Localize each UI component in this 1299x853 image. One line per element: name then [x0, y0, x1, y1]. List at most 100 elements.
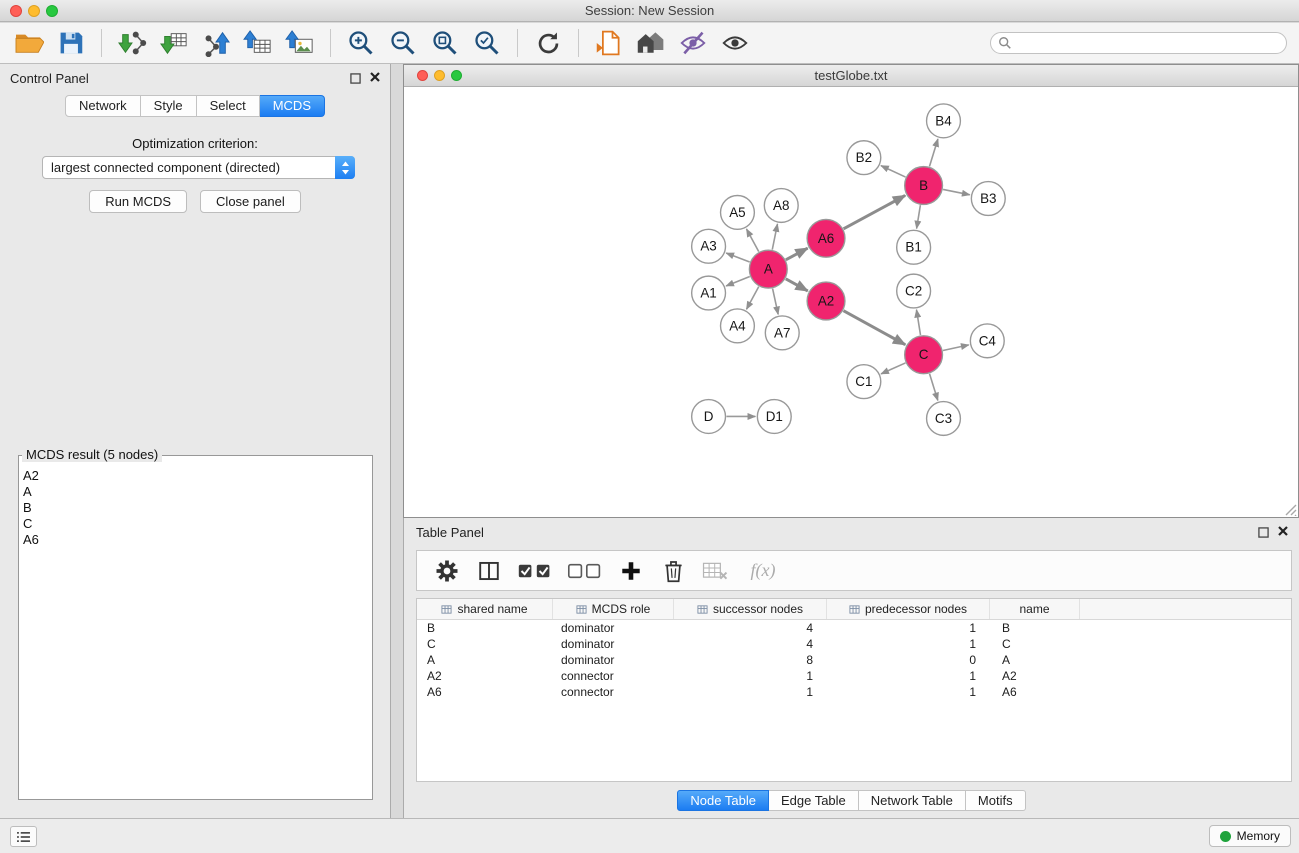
- zoom-selected-button[interactable]: [469, 26, 505, 60]
- cell-shared-name[interactable]: C: [417, 636, 553, 652]
- edge-A-A7[interactable]: [773, 289, 779, 315]
- tab-motifs[interactable]: Motifs: [966, 790, 1026, 811]
- column-header-shared-name[interactable]: shared name: [417, 599, 553, 619]
- search-input[interactable]: [990, 32, 1287, 54]
- close-window-button[interactable]: [10, 5, 22, 17]
- network-graph-svg[interactable]: B4B2BB3A5A8A6A3B1AA1C2A2A4A7C4CC1DD1C3: [404, 88, 1298, 517]
- tab-style[interactable]: Style: [141, 95, 197, 117]
- hide-selected-button[interactable]: [675, 26, 711, 60]
- optimization-criterion-select[interactable]: largest connected component (directed): [42, 156, 355, 179]
- tab-node-table[interactable]: Node Table: [677, 790, 769, 811]
- table-row[interactable]: A dominator 8 0 A: [417, 652, 1291, 668]
- cell-successor-nodes[interactable]: 1: [674, 668, 827, 684]
- select-all-button[interactable]: [515, 555, 555, 587]
- save-session-button[interactable]: [53, 26, 89, 60]
- network-zoom-button[interactable]: [451, 70, 462, 81]
- edge-B-B4[interactable]: [929, 139, 937, 167]
- network-canvas[interactable]: B4B2BB3A5A8A6A3B1AA1C2A2A4A7C4CC1DD1C3: [404, 88, 1298, 517]
- cell-predecessor-nodes[interactable]: 1: [827, 620, 990, 636]
- function-builder-button[interactable]: f(x): [741, 555, 785, 587]
- show-columns-button[interactable]: [473, 555, 505, 587]
- tab-edge-table[interactable]: Edge Table: [769, 790, 859, 811]
- edge-C-C3[interactable]: [930, 374, 938, 401]
- edge-A-A3[interactable]: [726, 253, 749, 262]
- table-row[interactable]: C dominator 4 1 C: [417, 636, 1291, 652]
- table-close-button[interactable]: [1276, 525, 1289, 538]
- export-table-button[interactable]: [240, 26, 276, 60]
- table-settings-button[interactable]: [431, 555, 463, 587]
- delete-column-button[interactable]: [657, 555, 689, 587]
- run-mcds-button[interactable]: Run MCDS: [89, 190, 187, 213]
- cell-mcds-role[interactable]: dominator: [553, 620, 674, 636]
- cell-mcds-role[interactable]: connector: [553, 668, 674, 684]
- cell-predecessor-nodes[interactable]: 0: [827, 652, 990, 668]
- cell-shared-name[interactable]: A: [417, 652, 553, 668]
- tab-select[interactable]: Select: [197, 95, 260, 117]
- add-column-button[interactable]: [615, 555, 647, 587]
- network-window-titlebar[interactable]: testGlobe.txt: [404, 65, 1298, 87]
- cell-shared-name[interactable]: A2: [417, 668, 553, 684]
- network-minimize-button[interactable]: [434, 70, 445, 81]
- tab-network-table[interactable]: Network Table: [859, 790, 966, 811]
- float-panel-button[interactable]: [349, 72, 361, 84]
- edge-B-B1[interactable]: [917, 205, 921, 228]
- import-table-button[interactable]: [156, 26, 192, 60]
- cell-shared-name[interactable]: A6: [417, 684, 553, 700]
- open-session-button[interactable]: [11, 26, 47, 60]
- delete-table-button[interactable]: [699, 555, 731, 587]
- cell-name[interactable]: A2: [990, 668, 1080, 684]
- cell-name[interactable]: B: [990, 620, 1080, 636]
- open-document-button[interactable]: [591, 26, 627, 60]
- zoom-fit-button[interactable]: [427, 26, 463, 60]
- column-header-name[interactable]: name: [990, 599, 1080, 619]
- close-panel-button[interactable]: [368, 71, 381, 84]
- edge-C-C2[interactable]: [917, 310, 921, 335]
- cell-predecessor-nodes[interactable]: 1: [827, 684, 990, 700]
- cell-name[interactable]: A: [990, 652, 1080, 668]
- cell-name[interactable]: C: [990, 636, 1080, 652]
- edge-A-A6[interactable]: [786, 248, 808, 260]
- home-button[interactable]: [633, 26, 669, 60]
- memory-button[interactable]: Memory: [1209, 825, 1291, 847]
- edge-A-A4[interactable]: [747, 287, 759, 310]
- cell-mcds-role[interactable]: connector: [553, 684, 674, 700]
- export-image-button[interactable]: [282, 26, 318, 60]
- export-network-button[interactable]: [198, 26, 234, 60]
- cell-successor-nodes[interactable]: 4: [674, 620, 827, 636]
- tab-network[interactable]: Network: [65, 95, 141, 117]
- close-panel-action-button[interactable]: Close panel: [200, 190, 301, 213]
- edge-C-C4[interactable]: [943, 345, 969, 351]
- network-close-button[interactable]: [417, 70, 428, 81]
- fullscreen-window-button[interactable]: [46, 5, 58, 17]
- edge-A-A5[interactable]: [747, 229, 759, 252]
- show-all-button[interactable]: [717, 26, 753, 60]
- edge-A-A8[interactable]: [772, 224, 777, 250]
- table-row[interactable]: B dominator 4 1 B: [417, 620, 1291, 636]
- tab-mcds[interactable]: MCDS: [260, 95, 325, 117]
- zoom-in-button[interactable]: [343, 26, 379, 60]
- task-history-button[interactable]: [10, 826, 37, 847]
- cell-mcds-role[interactable]: dominator: [553, 636, 674, 652]
- zoom-out-button[interactable]: [385, 26, 421, 60]
- table-row[interactable]: A6 connector 1 1 A6: [417, 684, 1291, 700]
- refresh-button[interactable]: [530, 26, 566, 60]
- cell-predecessor-nodes[interactable]: 1: [827, 668, 990, 684]
- column-header-predecessor-nodes[interactable]: predecessor nodes: [827, 599, 990, 619]
- cell-successor-nodes[interactable]: 8: [674, 652, 827, 668]
- edge-A2-C[interactable]: [843, 311, 905, 345]
- cell-name[interactable]: A6: [990, 684, 1080, 700]
- table-row[interactable]: A2 connector 1 1 A2: [417, 668, 1291, 684]
- table-float-button[interactable]: [1257, 526, 1269, 538]
- column-header-successor-nodes[interactable]: successor nodes: [674, 599, 827, 619]
- minimize-window-button[interactable]: [28, 5, 40, 17]
- deselect-all-button[interactable]: [565, 555, 605, 587]
- cell-shared-name[interactable]: B: [417, 620, 553, 636]
- edge-A-A2[interactable]: [786, 279, 808, 291]
- edge-B-B3[interactable]: [943, 189, 970, 194]
- cell-successor-nodes[interactable]: 4: [674, 636, 827, 652]
- edge-B-B2[interactable]: [881, 166, 906, 177]
- import-network-button[interactable]: [114, 26, 150, 60]
- column-header-mcds-role[interactable]: MCDS role: [553, 599, 674, 619]
- edge-A-A1[interactable]: [726, 277, 750, 286]
- resize-grip-icon[interactable]: [1283, 502, 1297, 516]
